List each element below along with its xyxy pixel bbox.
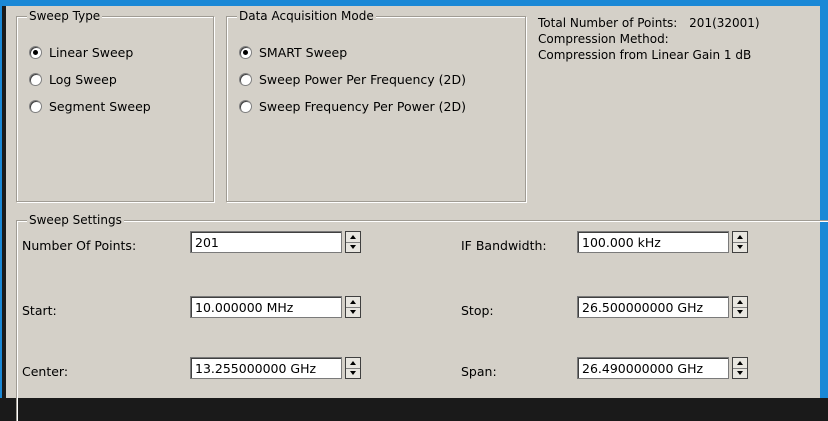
radio-linear-sweep[interactable]: Linear Sweep (29, 43, 133, 61)
radio-button-icon[interactable] (239, 72, 252, 86)
radio-label: Sweep Frequency Per Power (2D) (259, 98, 466, 114)
center-label: Center: (22, 364, 69, 379)
radio-label: SMART Sweep (259, 44, 348, 60)
number-of-points-input[interactable]: 201 (190, 231, 342, 253)
radio-button-icon[interactable] (239, 45, 252, 59)
sweep-type-group: Sweep Type Linear Sweep Log Sweep Segmen… (16, 9, 214, 202)
radio-power-per-frequency[interactable]: Sweep Power Per Frequency (2D) (239, 70, 466, 88)
start-frequency-spinner[interactable] (345, 296, 361, 318)
spin-down-icon[interactable] (733, 243, 747, 253)
spin-down-icon[interactable] (346, 369, 360, 379)
total-points-line: Total Number of Points: 201(32001) (538, 16, 760, 31)
spin-up-icon[interactable] (346, 232, 360, 243)
spin-up-icon[interactable] (733, 358, 747, 369)
spin-up-icon[interactable] (733, 232, 747, 243)
spin-down-icon[interactable] (733, 308, 747, 318)
start-frequency-input[interactable]: 10.000000 MHz (190, 296, 342, 318)
start-label: Start: (22, 303, 57, 318)
compression-method-label: Compression Method: (538, 32, 669, 46)
spin-down-icon[interactable] (733, 369, 747, 379)
stop-frequency-input[interactable]: 26.500000000 GHz (577, 296, 729, 318)
if-bandwidth-input[interactable]: 100.000 kHz (577, 231, 729, 253)
compression-method-value: Compression from Linear Gain 1 dB (538, 48, 752, 62)
radio-label: Log Sweep (49, 71, 117, 87)
radio-button-icon[interactable] (29, 72, 42, 86)
span-frequency-spinner[interactable] (732, 357, 748, 379)
spin-up-icon[interactable] (733, 297, 747, 308)
spin-down-icon[interactable] (346, 308, 360, 318)
acquisition-mode-group: Data Acquisition Mode SMART Sweep Sweep … (226, 9, 526, 202)
radio-smart-sweep[interactable]: SMART Sweep (239, 43, 347, 61)
radio-button-icon[interactable] (239, 99, 252, 113)
spin-up-icon[interactable] (346, 358, 360, 369)
sweep-type-title: Sweep Type (27, 9, 103, 23)
radio-button-icon[interactable] (29, 99, 42, 113)
radio-label: Linear Sweep (49, 44, 134, 60)
center-frequency-spinner[interactable] (345, 357, 361, 379)
window-left-border (0, 0, 2, 398)
radio-label: Sweep Power Per Frequency (2D) (259, 71, 466, 87)
spin-down-icon[interactable] (346, 243, 360, 253)
if-bandwidth-spinner[interactable] (732, 231, 748, 253)
acquisition-mode-title: Data Acquisition Mode (237, 9, 376, 23)
center-frequency-input[interactable]: 13.255000000 GHz (190, 357, 342, 379)
if-bandwidth-label: IF Bandwidth: (461, 238, 547, 253)
stop-frequency-spinner[interactable] (732, 296, 748, 318)
radio-frequency-per-power[interactable]: Sweep Frequency Per Power (2D) (239, 97, 466, 115)
number-of-points-spinner[interactable] (345, 231, 361, 253)
radio-log-sweep[interactable]: Log Sweep (29, 70, 117, 88)
spin-up-icon[interactable] (346, 297, 360, 308)
span-label: Span: (461, 364, 497, 379)
sweep-settings-title: Sweep Settings (27, 213, 124, 227)
radio-segment-sweep[interactable]: Segment Sweep (29, 97, 151, 115)
stop-label: Stop: (461, 303, 494, 318)
total-points-label: Total Number of Points: (538, 16, 678, 30)
radio-label: Segment Sweep (49, 98, 151, 114)
span-frequency-input[interactable]: 26.490000000 GHz (577, 357, 729, 379)
total-points-value: 201(32001) (689, 16, 760, 30)
sweep-setup-panel: Sweep Type Linear Sweep Log Sweep Segmen… (6, 6, 828, 421)
radio-button-icon[interactable] (29, 45, 42, 59)
number-of-points-label: Number Of Points: (22, 238, 137, 253)
